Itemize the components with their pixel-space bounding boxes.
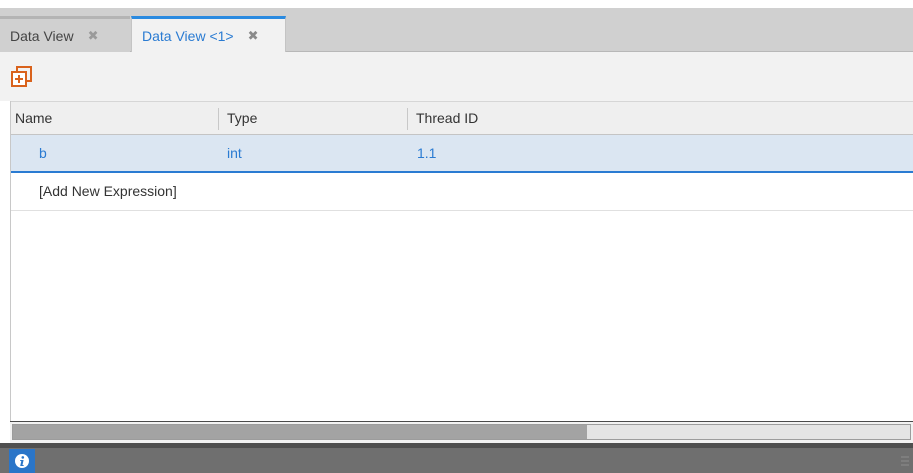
- status-bar: [0, 443, 913, 473]
- table-row[interactable]: b int 1.1: [11, 135, 913, 173]
- close-icon[interactable]: ✖: [88, 28, 99, 44]
- close-icon[interactable]: ✖: [248, 28, 259, 44]
- column-resize-handle[interactable]: [218, 108, 219, 130]
- tab-label: Data View <1>: [142, 28, 234, 44]
- info-button[interactable]: [9, 449, 35, 473]
- tab-data-view-1[interactable]: Data View <1> ✖: [131, 16, 286, 53]
- toolbar: [0, 52, 913, 101]
- tab-label: Data View: [10, 27, 74, 44]
- scrollbar-track[interactable]: [12, 424, 911, 440]
- column-header-row: Name Type Thread ID: [11, 101, 913, 135]
- add-expression-button[interactable]: [10, 65, 34, 89]
- cell-name: b: [39, 145, 47, 161]
- scrollbar-thumb[interactable]: [13, 425, 588, 439]
- tab-data-view[interactable]: Data View ✖: [0, 16, 130, 52]
- cell-type: int: [227, 145, 242, 161]
- add-new-expression-label: [Add New Expression]: [39, 183, 177, 199]
- column-header-type[interactable]: Type: [227, 102, 257, 134]
- grip-icon[interactable]: [901, 456, 909, 466]
- column-header-thread-id[interactable]: Thread ID: [416, 102, 478, 134]
- info-icon: [15, 454, 29, 468]
- horizontal-scrollbar[interactable]: [10, 421, 913, 443]
- column-resize-handle[interactable]: [407, 108, 408, 130]
- cell-thread-id: 1.1: [417, 145, 437, 161]
- add-expression-icon: [11, 66, 32, 87]
- expressions-table: Name Type Thread ID b int 1.1 [Add New E…: [10, 101, 913, 421]
- window-top-strip: [0, 0, 913, 8]
- add-new-expression-row[interactable]: [Add New Expression]: [11, 173, 913, 211]
- column-header-name[interactable]: Name: [15, 102, 52, 134]
- tab-bar: Data View ✖ Data View <1> ✖: [0, 8, 913, 53]
